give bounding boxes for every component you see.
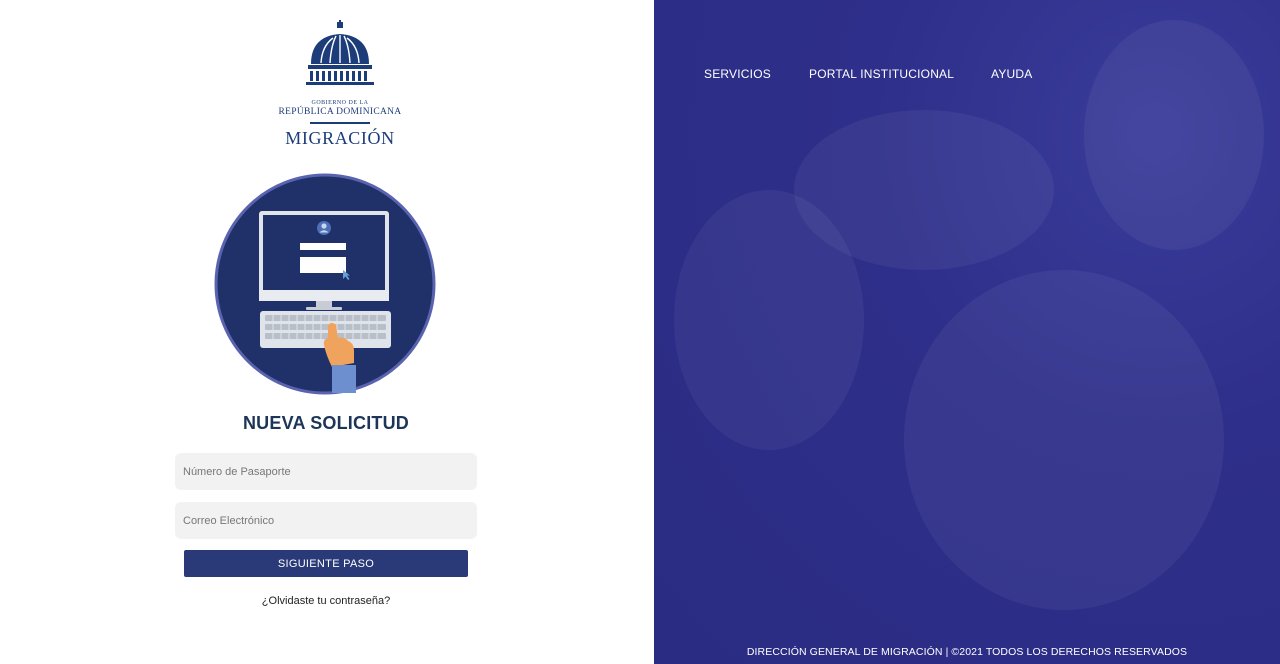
background-figure bbox=[904, 270, 1224, 610]
logo-migracion-text: MIGRACIÓN bbox=[285, 128, 395, 148]
email-input[interactable] bbox=[175, 502, 477, 539]
user-avatar-icon bbox=[317, 221, 331, 235]
nav-servicios[interactable]: SERVICIOS bbox=[704, 67, 771, 81]
migracion-logo: GOBIERNO DE LA REPÚBLICA DOMINICANA MIGR… bbox=[270, 20, 410, 148]
forgot-password-link[interactable]: ¿Olvidaste tu contraseña? bbox=[176, 595, 476, 607]
background-figure bbox=[674, 190, 864, 450]
logo-divider bbox=[310, 122, 370, 124]
login-panel: GOBIERNO DE LA REPÚBLICA DOMINICANA MIGR… bbox=[0, 0, 654, 664]
form-title: NUEVA SOLICITUD bbox=[242, 413, 409, 433]
capitol-dome-icon bbox=[306, 20, 374, 85]
hero-panel: SERVICIOS PORTAL INSTITUCIONAL AYUDA DIR… bbox=[654, 0, 1280, 664]
login-illustration bbox=[214, 173, 436, 395]
passport-number-input[interactable] bbox=[175, 453, 477, 490]
background-figure bbox=[1084, 20, 1264, 250]
logo-gobierno-text: GOBIERNO DE LA bbox=[311, 100, 369, 106]
nav-portal-institucional[interactable]: PORTAL INSTITUCIONAL bbox=[809, 67, 954, 81]
footer-copyright: DIRECCIÓN GENERAL DE MIGRACIÓN | ©2021 T… bbox=[746, 646, 1188, 658]
logo-republica-text: REPÚBLICA DOMINICANA bbox=[278, 107, 402, 117]
next-step-button[interactable]: SIGUIENTE PASO bbox=[184, 550, 468, 577]
nav-ayuda[interactable]: AYUDA bbox=[991, 67, 1032, 81]
